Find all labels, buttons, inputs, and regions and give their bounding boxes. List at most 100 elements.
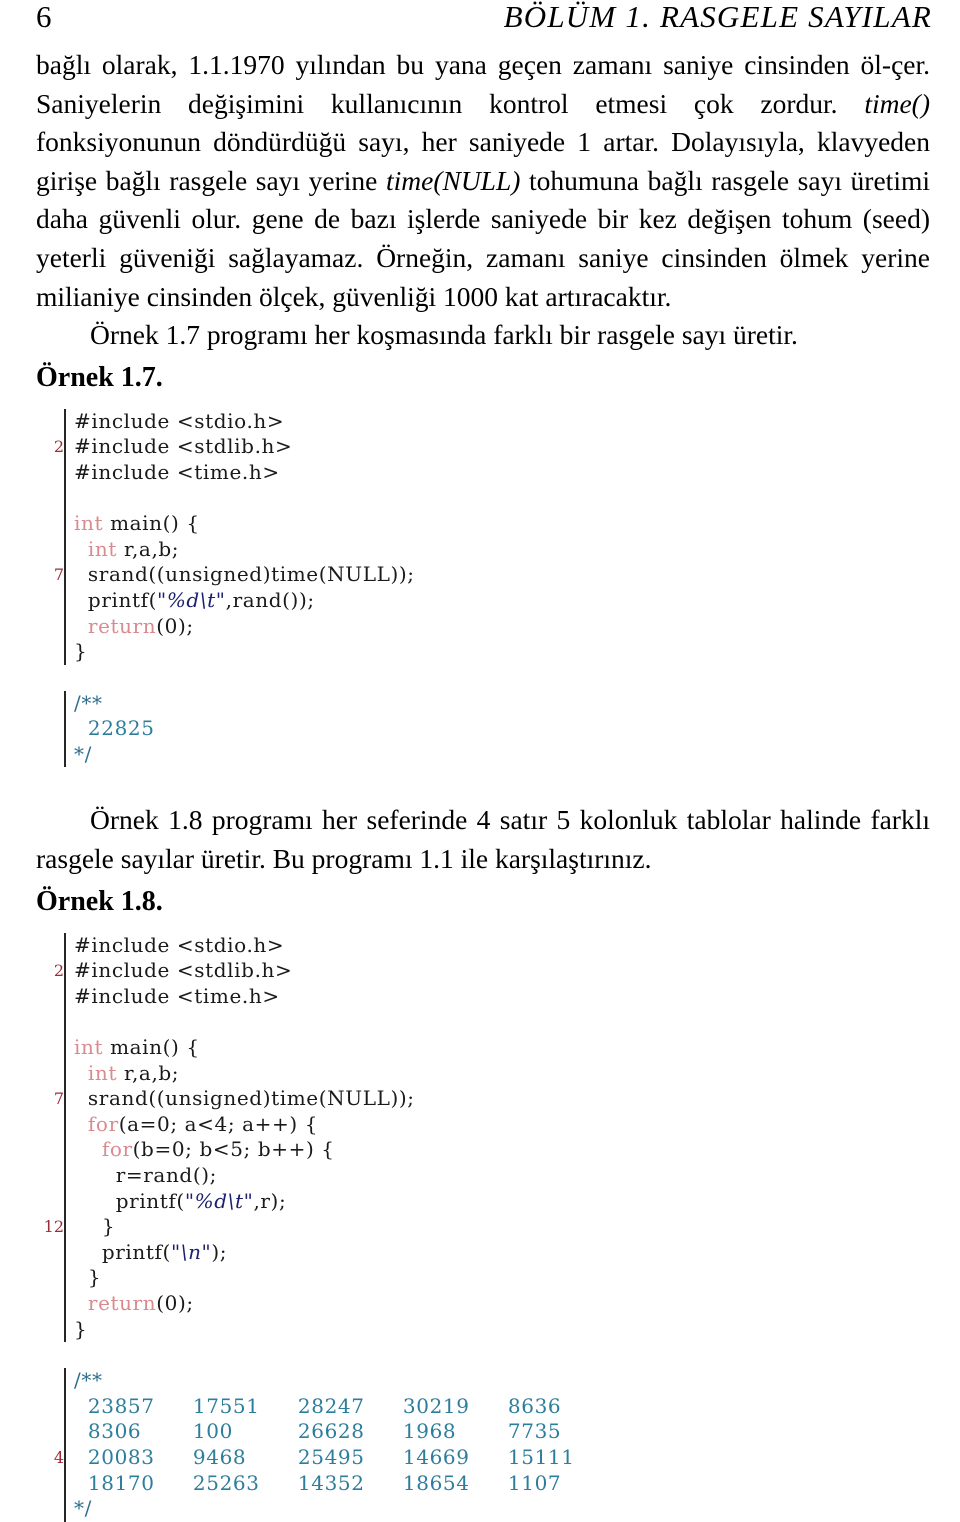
output-line: /** [74, 1368, 930, 1394]
code-output-1-8: /** 23857 17551 28247 30219 8636 8306 100 2662… [36, 1368, 930, 1522]
listing-gap [36, 665, 930, 691]
string-literal: "\n" [170, 1239, 212, 1264]
code-text: (0); [156, 613, 194, 638]
output-value: 30219 [402, 1393, 470, 1418]
code-text: #include <stdlib.h> [74, 434, 293, 459]
code-output-1-7-body: /** 22825 */ [64, 690, 930, 768]
code-text: #include <stdlib.h> [74, 958, 293, 983]
comment-open: /** [74, 690, 103, 715]
output-line: /** [74, 691, 930, 717]
code-text: ); [211, 1239, 228, 1264]
keyword-int: int [87, 536, 118, 561]
output-value: 1968 [402, 1419, 457, 1444]
inline-code-time-null: time(NULL) [385, 164, 521, 196]
code-text: printf( [87, 587, 158, 612]
inline-code-time: time() [864, 87, 930, 119]
code-line: int r,a,b; [74, 1061, 930, 1087]
code-listing-1-8: #include <stdio.h> 2 #include <stdlib.h> … [36, 932, 930, 1343]
output-value: 26628 [297, 1419, 365, 1444]
code-text: } [87, 1265, 102, 1290]
code-text: main() { [103, 511, 200, 536]
keyword-return: return [87, 1290, 157, 1315]
output-value: 8306 [87, 1419, 142, 1444]
code-text: } [74, 1316, 88, 1341]
output-value: 100 [192, 1419, 233, 1444]
heading-example-1-8: Örnek 1.8. [36, 885, 163, 917]
page-header: 6 BÖLÜM 1. RASGELE SAYILAR [0, 0, 960, 46]
keyword-return: return [87, 613, 157, 638]
code-line: } [74, 639, 930, 665]
output-value: 17551 [192, 1393, 260, 1418]
line-number: 2 [53, 437, 64, 457]
output-value: 1107 [507, 1470, 562, 1495]
code-line: printf("%d\t",rand()); [74, 588, 930, 614]
output-value: 23857 [87, 1393, 155, 1418]
code-line: return(0); [74, 614, 930, 640]
output-line: 18170 25263 14352 18654 1107 [74, 1471, 930, 1497]
comment-close: */ [74, 1496, 92, 1521]
code-text: srand((unsigned)time(NULL)); [87, 1086, 415, 1111]
code-text: r,a,b; [117, 1060, 180, 1085]
output-value: 9468 [192, 1444, 247, 1469]
output-value: 15111 [507, 1444, 575, 1469]
output-value: 7735 [507, 1419, 562, 1444]
code-text: printf( [115, 1188, 185, 1213]
string-literal: "%d\t" [157, 587, 226, 612]
code-line: #include <stdio.h> [74, 933, 930, 959]
line-number: 7 [53, 565, 64, 585]
output-line: */ [74, 742, 930, 768]
code-line: #include <time.h> [74, 984, 930, 1010]
paragraph-example-1-8-intro: Örnek 1.8 programı her seferinde 4 satır… [36, 804, 930, 875]
paragraph-example-1-7-intro: Örnek 1.7 programı her koşmasında farklı… [90, 319, 798, 351]
code-text: r,a,b; [117, 536, 180, 561]
code-line: #include <stdio.h> [74, 409, 930, 435]
output-value: 14669 [402, 1444, 470, 1469]
output-value: 8636 [507, 1393, 562, 1418]
keyword-for: for [87, 1111, 119, 1136]
par1-text-a: bağlı olarak, 1.1.1970 yılından bu yana … [36, 49, 930, 119]
code-output-1-7: /** 22825 */ [36, 690, 930, 768]
code-listing-1-7-body: #include <stdio.h> 2 #include <stdlib.h> … [54, 408, 930, 665]
keyword-for: for [101, 1137, 133, 1162]
output-value: 18170 [87, 1470, 155, 1495]
listing-gap [36, 1342, 930, 1368]
code-line: int main() { [74, 1035, 930, 1061]
code-line: 7 srand((unsigned)time(NULL)); [54, 1086, 930, 1112]
code-text: srand((unsigned)time(NULL)); [87, 562, 415, 587]
code-listing-1-8-body: #include <stdio.h> 2 #include <stdlib.h> … [44, 932, 930, 1343]
output-table: 23857 17551 28247 30219 8636 8306 100 26628 196… [54, 1393, 930, 1497]
string-literal: "%d\t" [184, 1188, 254, 1213]
output-line: 22825 [74, 716, 930, 742]
code-line: 2 #include <stdlib.h> [54, 434, 930, 460]
code-text: (0); [156, 1290, 194, 1315]
comment-close: */ [74, 741, 92, 766]
heading-example-1-7: Örnek 1.7. [36, 361, 163, 393]
code-line: } [74, 1265, 930, 1291]
code-line: for(a=0; a<4; a++) { [74, 1112, 930, 1138]
code-text: printf( [101, 1239, 171, 1264]
page-number: 6 [36, 0, 52, 34]
code-text: } [74, 639, 88, 664]
code-line: int main() { [74, 511, 930, 537]
output-value: 18654 [402, 1470, 470, 1495]
output-line: 8306 100 26628 1968 7735 [74, 1419, 930, 1445]
code-line: 2 #include <stdlib.h> [54, 958, 930, 984]
output-line: 4 20083 9468 25495 14669 15111 [54, 1444, 930, 1471]
line-number: 4 [53, 1447, 64, 1467]
keyword-int: int [74, 511, 104, 536]
code-text: r=rand(); [115, 1163, 217, 1187]
code-line: for(b=0; b<5; b++) { [74, 1137, 930, 1163]
code-text: main() { [103, 1035, 200, 1060]
line-number: 2 [53, 961, 64, 981]
chapter-title: BÖLÜM 1. RASGELE SAYILAR [503, 0, 932, 34]
code-text: } [101, 1214, 116, 1239]
output-value: 25263 [192, 1470, 260, 1495]
code-text: #include <time.h> [74, 983, 280, 1008]
code-listing-1-7: #include <stdio.h> 2 #include <stdlib.h> … [36, 408, 930, 665]
comment-open: /** [74, 1368, 103, 1393]
output-value: 28247 [297, 1393, 365, 1418]
code-line: return(0); [74, 1291, 930, 1317]
